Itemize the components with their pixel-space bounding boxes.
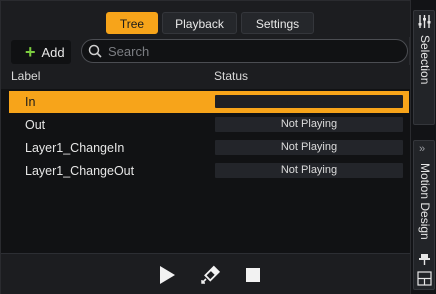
- eraser-icon[interactable]: [199, 264, 221, 286]
- animation-table: Label Status In Not Playing Out Not Play…: [1, 65, 411, 253]
- column-header-status[interactable]: Status: [214, 69, 248, 83]
- table-row[interactable]: Out Not Playing: [9, 114, 409, 136]
- double-chevron-icon: »: [419, 143, 426, 155]
- pin-icon[interactable]: [419, 253, 430, 265]
- search-input[interactable]: [108, 42, 398, 60]
- selection-tab[interactable]: Selection: [413, 10, 435, 125]
- row-status: Not Playing: [215, 117, 403, 132]
- sliders-icon: [418, 15, 431, 28]
- tab-bar: Tree Playback Settings: [1, 1, 411, 37]
- stop-icon[interactable]: [242, 264, 264, 286]
- plus-icon: +: [25, 42, 36, 62]
- motion-design-tab-label: Motion Design: [418, 163, 432, 240]
- search-icon: [88, 44, 102, 58]
- add-button-label: Add: [41, 44, 65, 60]
- tab-tree[interactable]: Tree: [106, 12, 158, 34]
- column-header-label[interactable]: Label: [11, 69, 40, 83]
- layout-icon[interactable]: [417, 271, 432, 286]
- row-status: Not Playing: [215, 140, 403, 155]
- search-box[interactable]: [81, 39, 408, 63]
- table-row[interactable]: Layer1_ChangeIn Not Playing: [9, 137, 409, 159]
- row-status: Not Playing: [215, 95, 403, 108]
- table-row[interactable]: Layer1_ChangeOut Not Playing: [9, 160, 409, 182]
- toolbar: + Add: [1, 37, 411, 65]
- selection-tab-label: Selection: [418, 35, 432, 85]
- playback-controls: [1, 253, 411, 294]
- right-dock: Selection » Motion Design: [410, 0, 436, 294]
- row-label: Layer1_ChangeIn: [25, 141, 125, 155]
- row-status: Not Playing: [215, 163, 403, 178]
- row-label: Layer1_ChangeOut: [25, 164, 135, 178]
- motion-design-panel: Tree Playback Settings + Add Label Statu…: [0, 0, 411, 294]
- row-label: Out: [25, 118, 46, 132]
- row-label: In: [25, 95, 36, 109]
- motion-design-tab[interactable]: » Motion Design: [413, 140, 435, 290]
- play-icon[interactable]: [156, 264, 178, 286]
- add-button[interactable]: + Add: [11, 40, 71, 64]
- tab-playback[interactable]: Playback: [162, 12, 237, 34]
- tab-settings[interactable]: Settings: [241, 12, 314, 34]
- table-row[interactable]: In Not Playing: [9, 91, 409, 113]
- table-header: Label Status: [1, 65, 411, 89]
